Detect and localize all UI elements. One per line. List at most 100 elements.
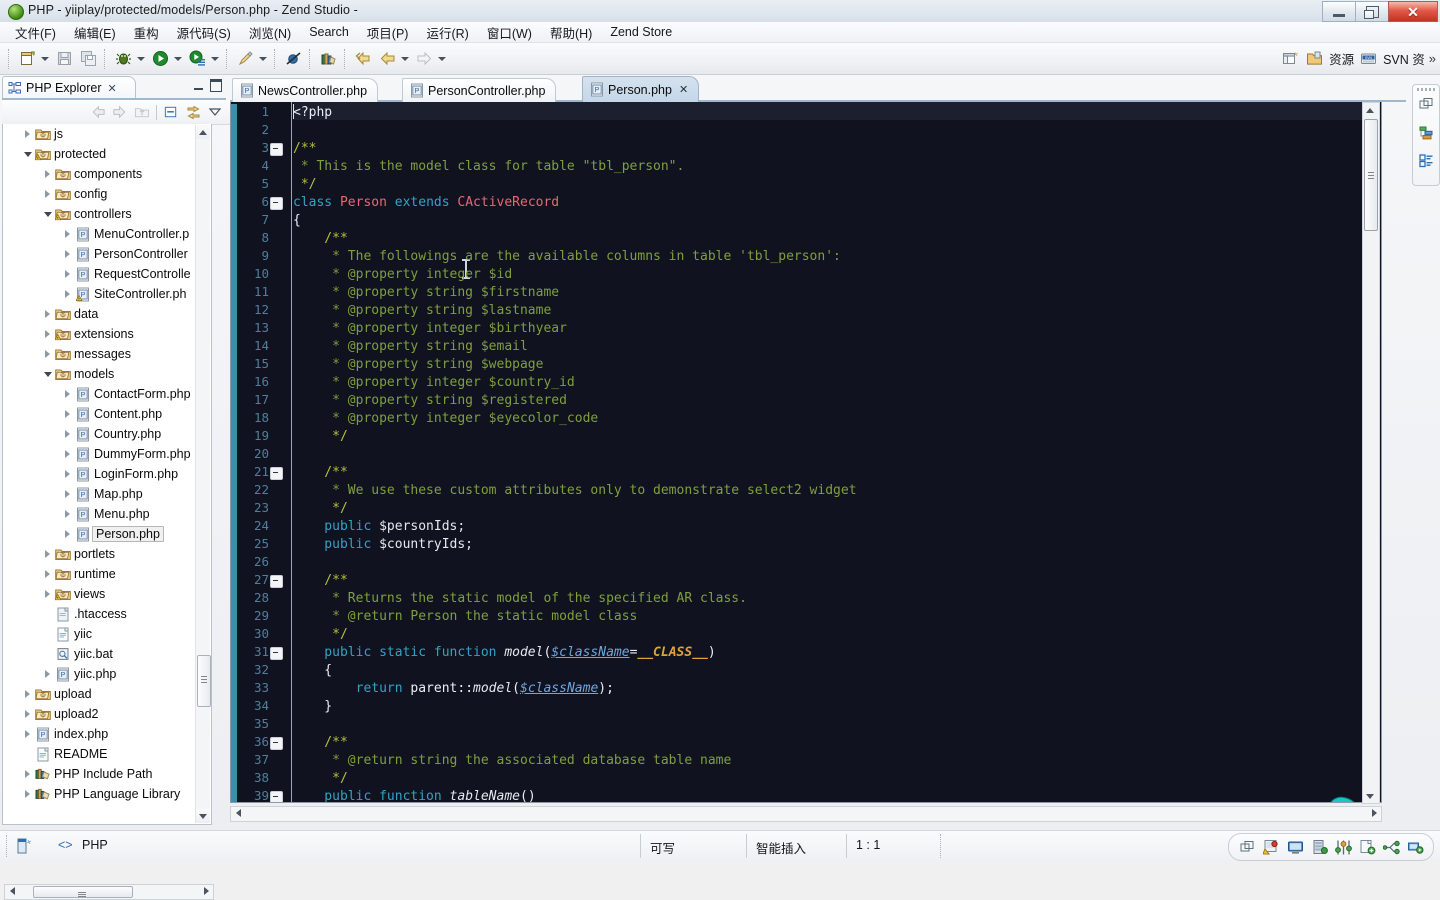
detach-icon[interactable] (1235, 836, 1259, 858)
external-tools-icon[interactable] (234, 48, 256, 70)
back-icon[interactable] (376, 48, 398, 70)
tree-item-menucontroller-p[interactable]: P MenuController.p (3, 224, 211, 244)
code-editor[interactable]: 1 2 3 4 5 6 7 8 9 10 11 12 13 14 15 16 17 18 19 20 21 22 23 24 2… (230, 102, 1382, 803)
tree-item-requestcontrolle[interactable]: P RequestControlle (3, 264, 211, 284)
fold-toggle-icon[interactable] (270, 791, 283, 802)
external-tools-dropdown-icon[interactable] (257, 48, 268, 70)
library-icon[interactable] (317, 48, 339, 70)
new-file-dropdown-icon[interactable] (39, 48, 50, 70)
tree-item-map-php[interactable]: P Map.php (3, 484, 211, 504)
run-history-icon[interactable] (186, 48, 208, 70)
tree-item-content-php[interactable]: P Content.php (3, 404, 211, 424)
expand-arrow-icon[interactable] (41, 570, 54, 578)
menu-source[interactable]: 源代码(S) (168, 21, 240, 44)
fold-toggle-icon[interactable] (270, 467, 283, 480)
connections-icon[interactable] (1379, 836, 1403, 858)
tree-item-person-php[interactable]: P Person.php (3, 524, 211, 544)
add-deployment-icon[interactable] (1355, 836, 1379, 858)
tree-item-upload[interactable]: upload (3, 684, 211, 704)
collapse-arrow-icon[interactable] (21, 151, 34, 157)
expand-arrow-icon[interactable] (61, 230, 74, 238)
editor-scroll-down-button[interactable] (1363, 789, 1377, 803)
tree-item-personcontroller[interactable]: P PersonController (3, 244, 211, 264)
maximize-view-icon[interactable] (210, 79, 222, 92)
tree-item-upload2[interactable]: upload2 (3, 704, 211, 724)
save-icon[interactable] (53, 48, 75, 70)
fold-toggle-icon[interactable] (270, 737, 283, 750)
servers-icon[interactable] (1307, 836, 1331, 858)
menu-navigate[interactable]: 浏览(N) (240, 21, 300, 44)
expand-arrow-icon[interactable] (21, 690, 34, 698)
menu-edit[interactable]: 编辑(E) (65, 21, 125, 44)
expand-arrow-icon[interactable] (21, 730, 34, 738)
resource-perspective-icon[interactable] (1303, 48, 1325, 70)
expand-arrow-icon[interactable] (41, 330, 54, 338)
tree-item-config[interactable]: config (3, 184, 211, 204)
tree-item-controllers[interactable]: controllers (3, 204, 211, 224)
validation-icon[interactable] (1259, 836, 1283, 858)
tree-item-data[interactable]: data (3, 304, 211, 324)
editor-scroll-right-button[interactable] (1367, 807, 1381, 819)
collapse-arrow-icon[interactable] (41, 371, 54, 377)
minimize-button[interactable] (1322, 1, 1355, 22)
tree-item-models[interactable]: models (3, 364, 211, 384)
tree-item-yiic-php[interactable]: Pyiic.php (3, 664, 211, 684)
tree-scroll-right-button[interactable] (199, 885, 213, 897)
tree-item-php-language-library[interactable]: PHP Language Library (3, 784, 211, 804)
expand-arrow-icon[interactable] (61, 430, 74, 438)
tree-item-loginform-php[interactable]: P LoginForm.php (3, 464, 211, 484)
svn-perspective-label[interactable]: SVN 资 (1383, 49, 1425, 68)
tree-item-extensions[interactable]: extensions (3, 324, 211, 344)
expand-arrow-icon[interactable] (41, 550, 54, 558)
editor-vertical-scrollbar[interactable] (1362, 102, 1380, 804)
outline-view-icon[interactable] (1417, 123, 1435, 141)
expand-arrow-icon[interactable] (21, 710, 34, 718)
tree-scroll-thumb[interactable] (197, 655, 211, 707)
tree-item-readme[interactable]: README (3, 744, 211, 764)
tree-scroll-down-button[interactable] (196, 809, 210, 823)
run-dropdown-icon[interactable] (172, 48, 183, 70)
expand-arrow-icon[interactable] (21, 770, 34, 778)
tree-vertical-scrollbar[interactable] (195, 125, 211, 823)
close-button[interactable]: ✕ (1388, 1, 1438, 22)
tree-item-components[interactable]: components (3, 164, 211, 184)
tab-php-explorer[interactable]: PHP Explorer ✕ (2, 76, 136, 99)
tree-item-runtime[interactable]: runtime (3, 564, 211, 584)
view-menu-icon[interactable] (204, 102, 226, 122)
console-icon[interactable] (1283, 836, 1307, 858)
fold-toggle-icon[interactable] (270, 647, 283, 660)
expand-arrow-icon[interactable] (61, 290, 74, 298)
expand-arrow-icon[interactable] (61, 470, 74, 478)
menu-project[interactable]: 项目(P) (358, 21, 418, 44)
back-history-icon[interactable] (352, 48, 374, 70)
expand-arrow-icon[interactable] (61, 250, 74, 258)
tree-item-sitecontroller-ph[interactable]: P SiteController.ph (3, 284, 211, 304)
editor-tab-personcontroller-php[interactable]: P PersonController.php (402, 78, 557, 102)
skip-breakpoints-icon[interactable] (282, 48, 304, 70)
editor-scroll-thumb[interactable] (1364, 119, 1378, 231)
tree-item-views[interactable]: views (3, 584, 211, 604)
fold-toggle-icon[interactable] (270, 575, 283, 588)
editor-horizontal-scrollbar[interactable] (230, 806, 1382, 822)
tree-item-messages[interactable]: messages (3, 344, 211, 364)
project-tree[interactable]: js protected components config controllers P M… (2, 124, 212, 825)
expand-arrow-icon[interactable] (61, 410, 74, 418)
forward-icon[interactable] (413, 48, 435, 70)
explorer-up-icon[interactable] (131, 102, 153, 122)
collapse-all-icon[interactable] (160, 102, 182, 122)
tree-horizontal-scrollbar[interactable] (4, 884, 214, 900)
expand-arrow-icon[interactable] (41, 590, 54, 598)
editor-scroll-up-button[interactable] (1363, 103, 1377, 117)
expand-arrow-icon[interactable] (41, 190, 54, 198)
expand-arrow-icon[interactable] (41, 170, 54, 178)
explorer-forward-icon[interactable] (109, 102, 131, 122)
editor-tab-person-php[interactable]: P Person.php ✕ (582, 76, 700, 102)
tree-item-yiic[interactable]: yiic (3, 624, 211, 644)
tree-item-php-include-path[interactable]: PHP Include Path (3, 764, 211, 784)
new-file-icon[interactable] (16, 48, 38, 70)
expand-arrow-icon[interactable] (61, 530, 74, 538)
properties-view-icon[interactable] (1417, 151, 1435, 169)
svn-perspective-icon[interactable]: SVN (1357, 48, 1379, 70)
save-all-icon[interactable] (77, 48, 99, 70)
expand-arrow-icon[interactable] (41, 670, 54, 678)
